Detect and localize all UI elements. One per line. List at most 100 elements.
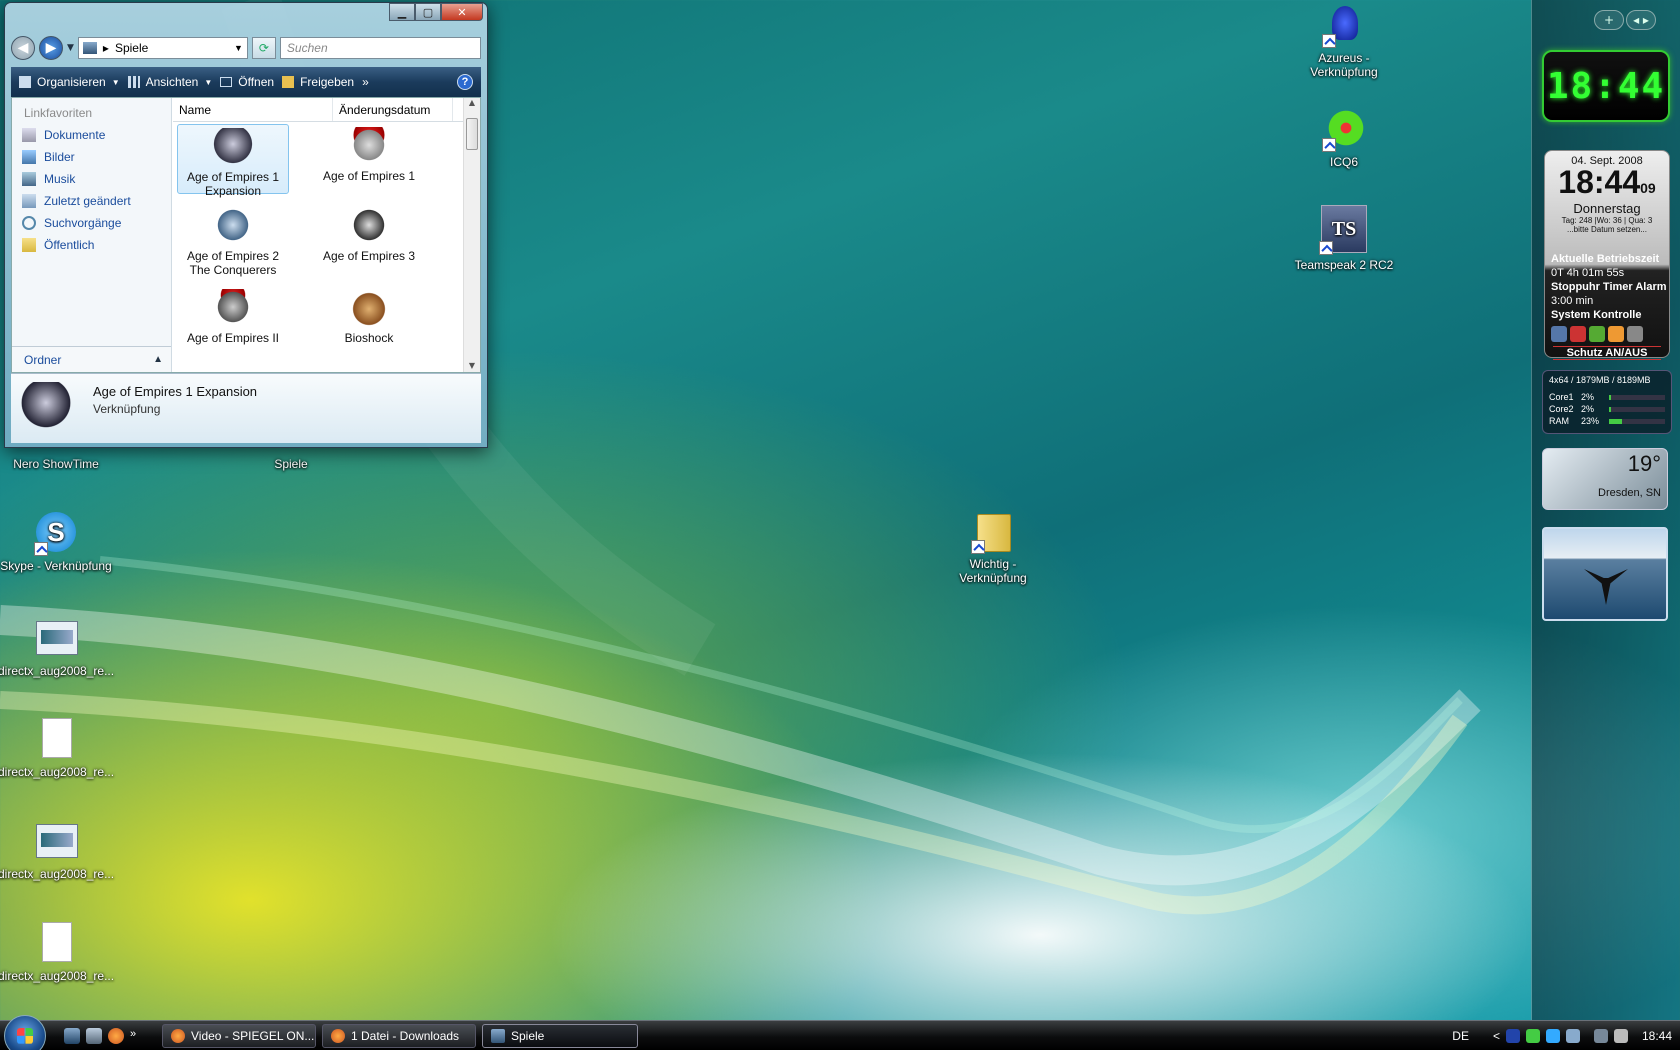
scroll-up-icon[interactable]: ▲: [464, 98, 480, 107]
nav-item-music[interactable]: Musik: [12, 168, 171, 190]
desktop-icon-directx-4[interactable]: directx_aug2008_re...: [0, 922, 114, 983]
skype-tray-icon[interactable]: [1545, 1029, 1560, 1043]
shortcut-arrow-icon: [1322, 138, 1336, 152]
file-item-label: The Conquerers: [189, 263, 277, 277]
more-commands-button[interactable]: »: [362, 75, 369, 89]
nav-item-recent[interactable]: Zuletzt geändert: [12, 190, 171, 212]
desktop-icon-wichtig[interactable]: Wichtig - Verknüpfung: [935, 510, 1051, 585]
back-button[interactable]: ◀: [11, 36, 35, 60]
share-icon: [282, 76, 295, 88]
column-header-date[interactable]: Änderungsdatum: [333, 98, 453, 121]
weather-temperature: 19°: [1627, 451, 1661, 476]
open-button[interactable]: Öffnen: [220, 75, 274, 89]
timer-label[interactable]: Stoppuhr Timer Alarm: [1545, 280, 1669, 294]
network-icon[interactable]: [1593, 1029, 1608, 1043]
taskbar-button-spiegel[interactable]: Video - SPIEGEL ON...: [162, 1024, 316, 1048]
forward-button[interactable]: ▶: [39, 36, 63, 60]
file-item-aoe1-expansion[interactable]: Age of Empires 1 Expansion: [177, 124, 289, 198]
desktop-icon-icq[interactable]: ICQ6: [1286, 108, 1402, 169]
file-item-aoe2-conquerers[interactable]: Age of Empires 2 The Conquerers: [177, 204, 289, 277]
folder-icon: [82, 42, 97, 54]
recent-pages-dropdown-icon[interactable]: ▼: [67, 43, 74, 53]
calendar-time: 18:4409: [1545, 166, 1669, 203]
organize-button[interactable]: Organisieren ▼: [19, 75, 120, 89]
knight-helmet-icon: [213, 289, 253, 329]
desktop-icon-skype[interactable]: S Skype - Verknüpfung: [0, 512, 114, 573]
show-desktop-icon[interactable]: [64, 1028, 80, 1044]
power-icon[interactable]: [1551, 326, 1567, 342]
executable-icon: [34, 820, 78, 864]
lock-icon[interactable]: [1608, 326, 1624, 342]
address-dropdown-icon[interactable]: ▼: [234, 43, 247, 53]
close-button[interactable]: ✕: [441, 3, 483, 21]
refresh-button[interactable]: ⟳: [251, 37, 276, 59]
azureus-tray-icon[interactable]: [1505, 1029, 1520, 1043]
switch-windows-icon[interactable]: [86, 1028, 102, 1044]
nav-item-searches[interactable]: Suchvorgänge: [12, 212, 171, 234]
weather-gadget[interactable]: 19° Dresden, SN: [1542, 448, 1668, 510]
desktop-icon-directx-3[interactable]: directx_aug2008_re...: [0, 820, 114, 881]
icq-tray-icon[interactable]: [1525, 1029, 1540, 1043]
standby-icon[interactable]: [1589, 326, 1605, 342]
hibernate-icon[interactable]: [1627, 326, 1643, 342]
file-item-label: Expansion: [204, 184, 262, 198]
start-button[interactable]: [4, 1015, 46, 1050]
file-list: Name Änderungsdatum » Age of Empires 1 E…: [173, 98, 480, 372]
views-button[interactable]: Ansichten ▼: [127, 75, 212, 89]
nav-item-public[interactable]: Öffentlich: [12, 234, 171, 256]
desktop-icon-directx-1[interactable]: directx_aug2008_re...: [0, 617, 114, 678]
share-button[interactable]: Freigeben: [282, 75, 354, 89]
scroll-down-icon[interactable]: ▼: [464, 361, 480, 370]
explorer-window[interactable]: ▁ ▢ ✕ ◀ ▶ ▼ ▸ Spiele ▼ ⟳ Suchen Organisi…: [4, 2, 488, 448]
minimize-button[interactable]: ▁: [389, 3, 415, 21]
file-item-aoe3[interactable]: Age of Empires 3: [313, 204, 425, 263]
desktop-icon-teamspeak[interactable]: TS Teamspeak 2 RC2: [1286, 205, 1402, 272]
taskbar-button-spiele[interactable]: Spiele: [482, 1024, 638, 1048]
cpu-row-label: RAM: [1549, 416, 1569, 426]
conquistador-helmet-icon: [349, 207, 389, 247]
restart-icon[interactable]: [1570, 326, 1586, 342]
firefox-icon[interactable]: [108, 1028, 124, 1044]
taskbar-clock[interactable]: 18:44: [1642, 1029, 1672, 1043]
desktop-icon-label: Spiele: [274, 457, 308, 471]
desktop-icon-label: Nero ShowTime: [13, 457, 99, 471]
nav-item-documents[interactable]: Dokumente: [12, 124, 171, 146]
vertical-scrollbar[interactable]: ▲ ▼: [463, 98, 480, 372]
folders-toggle[interactable]: Ordner ▲: [12, 346, 171, 372]
cpu-row-bar: [1609, 418, 1665, 424]
add-gadget-button[interactable]: +: [1594, 10, 1624, 30]
desktop-icon-azureus[interactable]: Azureus - Verknüpfung: [1286, 4, 1402, 79]
tray-expand-button[interactable]: <: [1493, 1029, 1500, 1043]
knight-helmet-icon: [213, 207, 253, 247]
open-icon: [220, 77, 233, 87]
volume-icon[interactable]: [1613, 1029, 1628, 1043]
cpu-row-core2: Core2 2%: [1549, 403, 1665, 415]
nav-item-pictures[interactable]: Bilder: [12, 146, 171, 168]
address-bar[interactable]: ▸ Spiele ▼: [77, 37, 248, 59]
help-button[interactable]: ?: [457, 74, 473, 90]
slideshow-gadget[interactable]: [1542, 527, 1668, 621]
file-item-aoe-ii[interactable]: Age of Empires II: [177, 286, 289, 345]
quick-launch-more[interactable]: »: [130, 1028, 146, 1044]
file-item-aoe1[interactable]: Age of Empires 1: [313, 124, 425, 183]
protection-toggle[interactable]: Schutz AN/AUS: [1553, 346, 1661, 360]
desktop-icon-label: Teamspeak 2 RC2: [1294, 258, 1394, 272]
cpu-meter-gadget: 4x64 / 1879MB / 8189MB Core1 2% Core2 2% R…: [1542, 370, 1672, 434]
calendar-set-date[interactable]: ...bitte Datum setzen...: [1545, 225, 1669, 234]
shortcut-arrow-icon: [34, 542, 48, 556]
search-input[interactable]: Suchen: [279, 37, 481, 59]
cpu-row-bar: [1609, 406, 1665, 412]
desktop-icon-directx-2[interactable]: directx_aug2008_re...: [0, 718, 114, 779]
gadget-nav-button[interactable]: ◂ ▸: [1626, 10, 1656, 30]
file-item-bioshock[interactable]: Bioshock: [313, 286, 425, 345]
organize-icon: [19, 76, 31, 88]
maximize-button[interactable]: ▢: [415, 3, 441, 21]
skype-icon: S: [34, 512, 78, 556]
digital-clock-gadget[interactable]: 18:44: [1542, 50, 1670, 122]
taskbar-button-downloads[interactable]: 1 Datei - Downloads: [322, 1024, 476, 1048]
tray-app-icon[interactable]: [1565, 1029, 1580, 1043]
column-header-name[interactable]: Name: [173, 98, 333, 121]
scrollbar-thumb[interactable]: [466, 118, 478, 150]
calendar-gadget[interactable]: 04. Sept. 2008 18:4409 Donnerstag Tag: 2…: [1544, 150, 1670, 360]
language-indicator[interactable]: DE: [1452, 1029, 1469, 1043]
